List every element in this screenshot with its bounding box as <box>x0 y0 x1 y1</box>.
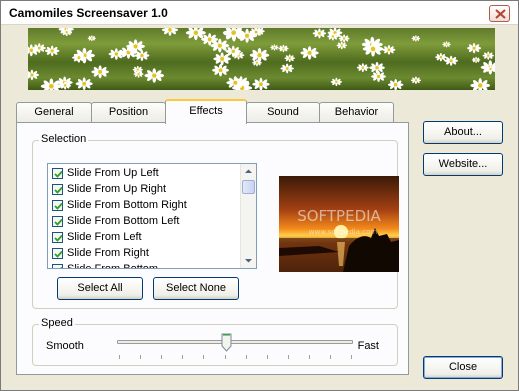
close-icon <box>495 9 506 19</box>
effect-checkbox[interactable] <box>52 200 63 211</box>
effect-list-item[interactable]: Slide From Left <box>52 230 238 246</box>
effect-label: Slide From Left <box>67 231 142 243</box>
effect-label: Slide From Bottom Left <box>67 215 180 227</box>
website-button[interactable]: Website... <box>423 153 503 176</box>
select-none-label: Select None <box>166 282 226 294</box>
speed-group-label: Speed <box>39 317 75 329</box>
effect-checkbox[interactable] <box>52 248 63 259</box>
tab-sound[interactable]: Sound <box>246 102 320 123</box>
slider-tick <box>182 355 184 359</box>
speed-min-label: Smooth <box>46 340 84 352</box>
screensaver-settings-window: Camomiles Screensaver 1.0 General Positi… <box>0 0 519 391</box>
effect-checkbox[interactable] <box>52 232 63 243</box>
window-close-button[interactable] <box>489 5 510 22</box>
effect-list-item[interactable]: Slide From Up Right <box>52 182 238 198</box>
close-button[interactable]: Close <box>423 356 503 379</box>
effect-checkbox[interactable] <box>52 264 63 268</box>
slider-tick <box>119 355 120 359</box>
select-all-label: Select All <box>77 282 123 294</box>
effect-label: Slide From Up Right <box>67 183 167 195</box>
effect-checkbox[interactable] <box>52 168 63 179</box>
effect-label: Slide From Bottom <box>67 263 159 269</box>
scroll-up-button[interactable] <box>241 164 256 179</box>
speed-max-label: Fast <box>357 340 379 352</box>
slider-tick <box>203 355 205 359</box>
checkmark-icon <box>60 266 63 268</box>
effect-label: Slide From Up Left <box>67 167 159 179</box>
tab-general[interactable]: General <box>16 102 92 123</box>
tab-label: Effects <box>189 105 223 117</box>
checkmark-icon <box>54 202 63 210</box>
checkmark-icon <box>54 218 63 226</box>
speed-slider-thumb[interactable] <box>221 333 232 352</box>
tab-effects[interactable]: Effects <box>165 99 247 124</box>
camomiles-banner-image <box>28 28 495 90</box>
effect-label: Slide From Bottom Right <box>67 199 187 211</box>
watermark-text: SOFTPEDIA <box>297 207 381 225</box>
tab-label: Sound <box>267 106 299 118</box>
checkmark-icon <box>54 186 63 194</box>
effect-list-item[interactable]: Slide From Up Left <box>52 166 238 182</box>
arrow-down-icon <box>245 259 252 263</box>
checkmark-icon <box>54 250 63 258</box>
effect-list-item[interactable]: Slide From Bottom Left <box>52 214 238 230</box>
window-title: Camomiles Screensaver 1.0 <box>9 6 168 20</box>
selection-group-label: Selection <box>39 133 89 145</box>
select-none-button[interactable]: Select None <box>153 277 239 300</box>
tab-label: General <box>34 106 74 118</box>
selection-group: Selection Slide From Up Left Slide From U… <box>32 133 399 309</box>
slider-tick <box>161 355 163 359</box>
tab-position[interactable]: Position <box>91 102 166 123</box>
watermark-url: www.softpedia.com <box>309 228 378 236</box>
slider-tick <box>266 355 268 359</box>
slider-tick <box>140 355 142 359</box>
scroll-thumb[interactable] <box>242 180 255 194</box>
slider-tick <box>287 355 289 359</box>
slider-tick <box>224 355 226 359</box>
arrow-up-icon <box>245 169 252 173</box>
effects-listbox[interactable]: Slide From Up Left Slide From Up Right Sli… <box>47 163 257 269</box>
slider-tick <box>245 355 247 359</box>
effect-preview-image: SOFTPEDIA www.softpedia.com <box>279 176 399 272</box>
checkmark-icon <box>54 234 63 242</box>
effect-list-item[interactable]: Slide From Bottom Right <box>52 198 238 214</box>
speed-slider-track[interactable] <box>117 340 353 344</box>
effect-list-item[interactable]: Slide From Bottom <box>52 262 238 269</box>
tab-label: Position <box>108 106 149 118</box>
effect-checkbox[interactable] <box>52 216 63 227</box>
effect-checkbox[interactable] <box>52 184 63 195</box>
title-bar: Camomiles Screensaver 1.0 <box>1 1 518 25</box>
about-button[interactable]: About... <box>423 121 503 144</box>
scroll-down-button[interactable] <box>241 253 256 268</box>
slider-tick <box>330 355 331 359</box>
tab-behavior[interactable]: Behavior <box>319 102 394 123</box>
slider-tick <box>351 355 353 359</box>
effects-panel: Selection Slide From Up Left Slide From U… <box>16 122 409 375</box>
close-label: Close <box>448 361 478 373</box>
slider-tick <box>308 355 310 359</box>
select-all-button[interactable]: Select All <box>57 277 143 300</box>
checkmark-icon <box>54 170 63 178</box>
about-label: About... <box>444 126 482 138</box>
effect-list-item[interactable]: Slide From Right <box>52 246 238 262</box>
effect-label: Slide From Right <box>67 247 149 259</box>
tab-label: Behavior <box>334 106 379 118</box>
website-label: Website... <box>438 158 488 170</box>
speed-group: Speed Smooth Fast <box>32 317 398 366</box>
listbox-scrollbar[interactable] <box>240 164 256 268</box>
